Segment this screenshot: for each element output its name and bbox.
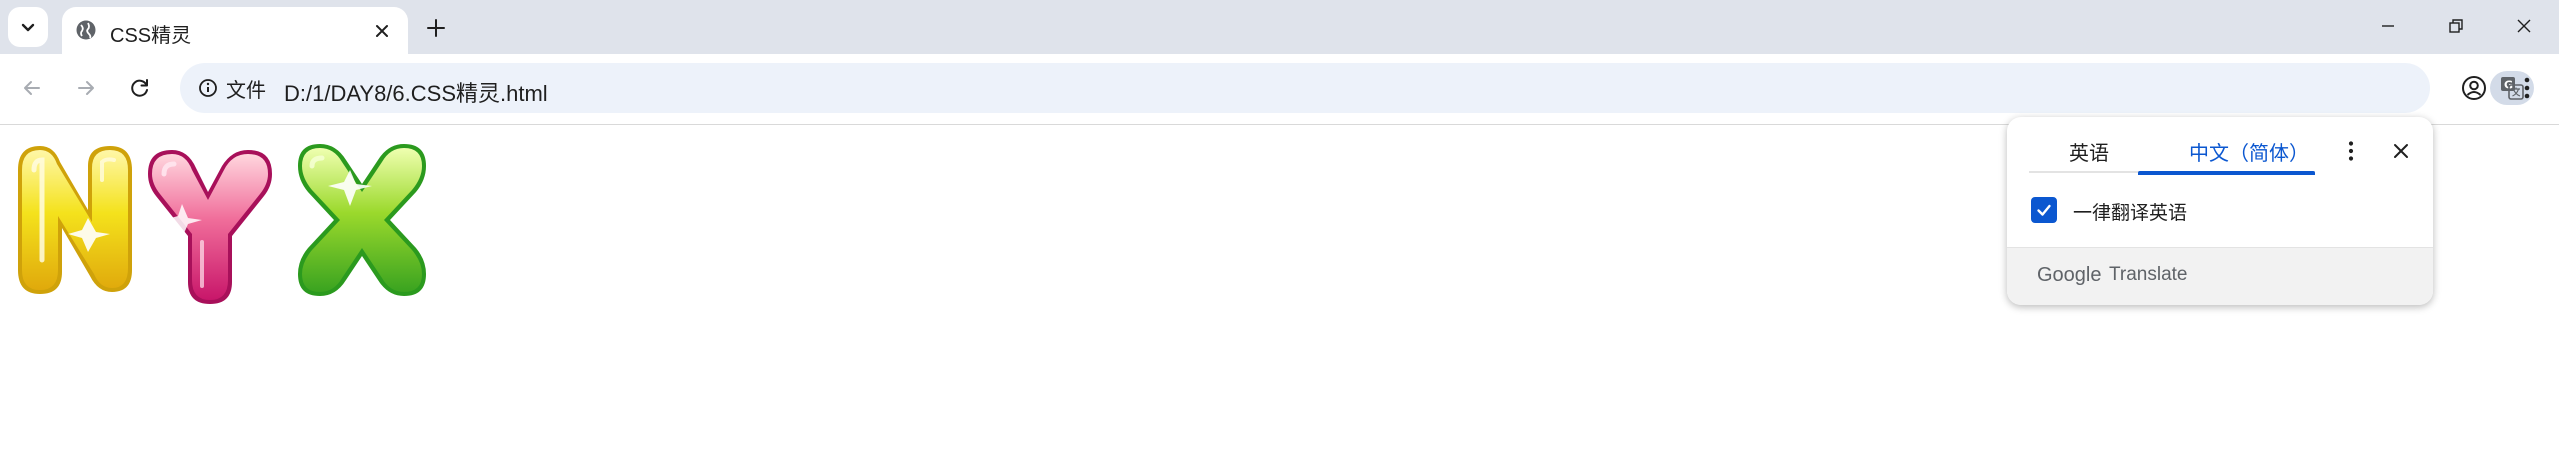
tab-search-button[interactable]	[8, 7, 48, 47]
back-arrow-icon	[21, 77, 43, 99]
tab-source-language[interactable]: 英语	[2069, 137, 2109, 166]
info-icon	[198, 78, 218, 98]
active-tab-indicator	[2138, 171, 2315, 175]
always-translate-label[interactable]: 一律翻译英语	[2073, 198, 2187, 225]
forward-button[interactable]	[66, 68, 106, 108]
menu-kebab-icon	[2523, 76, 2531, 100]
checkmark-icon	[2035, 201, 2053, 219]
minimize-icon	[2379, 17, 2397, 35]
close-icon	[2392, 142, 2410, 160]
address-bar[interactable]: 文件 D:/1/DAY8/6.CSS精灵.html G	[180, 63, 2534, 113]
profile-button[interactable]	[2454, 68, 2494, 108]
sprite-letter-x	[298, 144, 426, 296]
restore-icon	[2447, 17, 2465, 35]
plus-icon	[426, 18, 446, 38]
more-vert-icon	[2347, 140, 2355, 162]
browser-menu-button[interactable]	[2507, 68, 2547, 108]
globe-icon	[74, 18, 98, 42]
google-wordmark: Google	[2037, 264, 2102, 286]
new-tab-button[interactable]	[418, 10, 454, 46]
profile-icon	[2461, 75, 2487, 101]
close-window-button[interactable]	[2504, 8, 2544, 44]
sprite-letters	[10, 140, 500, 310]
chevron-down-icon	[19, 18, 37, 36]
always-translate-checkbox[interactable]	[2031, 197, 2057, 223]
site-info-label: 文件	[226, 79, 266, 102]
tab-target-language[interactable]: 中文（简体）	[2189, 137, 2309, 166]
close-icon[interactable]	[370, 19, 394, 43]
translate-popup-footer: Google Translate	[2007, 247, 2433, 305]
sprite-letter-y	[148, 150, 272, 304]
restore-button[interactable]	[2436, 8, 2476, 44]
site-info-chip[interactable]: 文件	[188, 70, 276, 106]
url-text[interactable]: D:/1/DAY8/6.CSS精灵.html	[284, 76, 548, 108]
reload-icon	[129, 77, 151, 99]
close-window-icon	[2515, 17, 2533, 35]
tab-strip: CSS精灵	[0, 0, 2559, 54]
sprite-letter-n	[18, 146, 132, 294]
reload-button[interactable]	[120, 68, 160, 108]
translate-options-button[interactable]	[2333, 133, 2369, 169]
translate-close-button[interactable]	[2383, 133, 2419, 169]
minimize-button[interactable]	[2368, 8, 2408, 44]
translate-wordmark: Translate	[2109, 264, 2188, 285]
translate-popup: 英语 中文（简体） 一律翻译英语 Google Translate	[2007, 117, 2433, 305]
language-tabs: 英语 中文（简体）	[2029, 131, 2315, 175]
browser-toolbar: 文件 D:/1/DAY8/6.CSS精灵.html G	[0, 54, 2559, 125]
browser-tab-active[interactable]: CSS精灵	[62, 7, 408, 54]
back-button[interactable]	[12, 68, 52, 108]
forward-arrow-icon	[75, 77, 97, 99]
tab-title: CSS精灵	[110, 25, 192, 47]
